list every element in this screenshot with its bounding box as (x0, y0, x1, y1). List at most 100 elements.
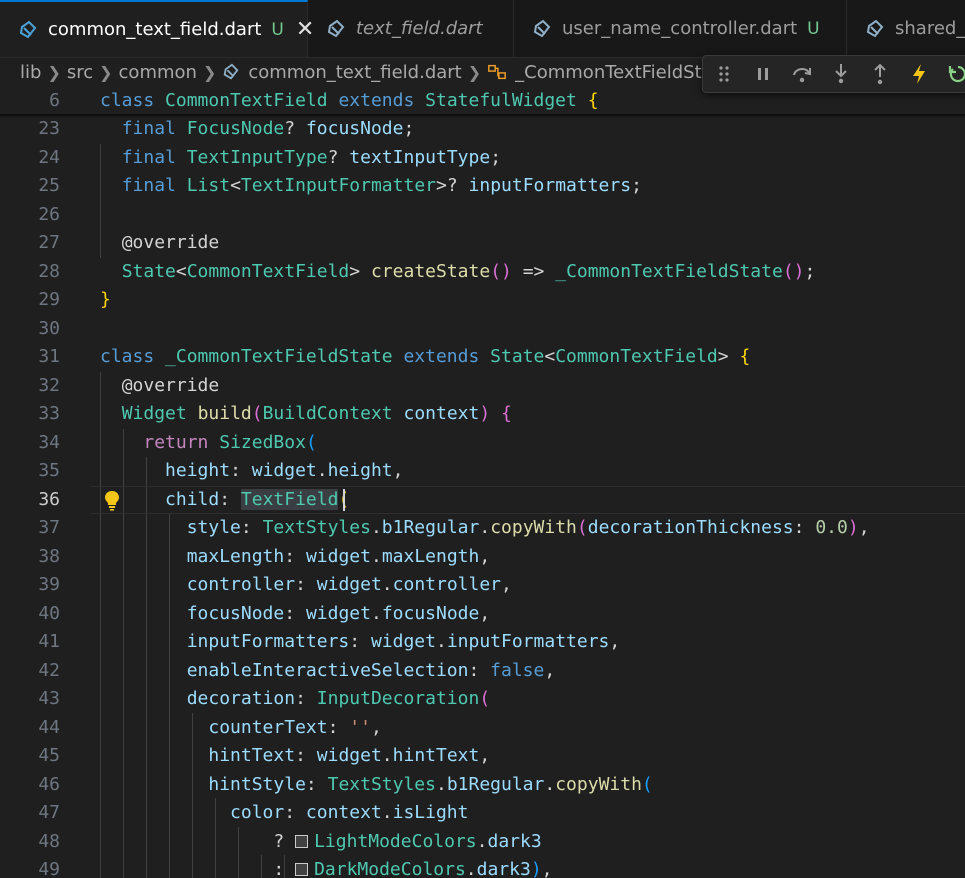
breadcrumb-item-file[interactable]: common_text_field.dart (248, 62, 461, 83)
line-number: 35 (38, 460, 60, 481)
dart-file-icon (327, 19, 345, 37)
chevron-right-icon: ❯ (47, 62, 61, 82)
breadcrumb-item-src[interactable]: src (67, 62, 93, 83)
code-text: @override (121, 375, 220, 396)
tab-text-field[interactable]: text_field.dart (308, 0, 514, 57)
code-text: final List<TextInputFormatter>? inputFor… (121, 175, 642, 196)
code-line[interactable]: 47 color: context.isLight (0, 799, 965, 827)
code-line[interactable]: 44 counterText: '', (0, 714, 965, 742)
code-text: hintText: widget.hintText, (208, 745, 491, 766)
tab-label: common_text_field.dart (48, 19, 262, 40)
code-line[interactable]: 34 return SizedBox( (0, 429, 965, 457)
current-code-line[interactable]: 36 child: TextField( (0, 486, 965, 514)
code-line[interactable]: 46 hintStyle: TextStyles.b1Regular.copyW… (0, 771, 965, 799)
code-text: final FocusNode? focusNode; (121, 118, 415, 139)
line-number: 25 (38, 175, 60, 196)
code-line[interactable]: 42 enableInteractiveSelection: false, (0, 657, 965, 685)
color-swatch[interactable] (295, 835, 309, 848)
code-line[interactable]: 26 (0, 201, 965, 229)
tab-shared-preferences[interactable]: shared_p (847, 0, 965, 57)
code-text: controller: widget.controller, (186, 574, 512, 595)
code-line[interactable]: 45 hintText: widget.hintText, (0, 742, 965, 770)
code-line[interactable]: 40 focusNode: widget.focusNode, (0, 600, 965, 628)
line-number: 27 (38, 232, 60, 253)
code-text: style: TextStyles.b1Regular.copyWith(dec… (186, 517, 870, 538)
tab-common-text-field[interactable]: common_text_field.dart U ✕ (0, 0, 314, 57)
code-line[interactable]: 35 height: widget.height, (0, 457, 965, 485)
code-text: decoration: InputDecoration( (186, 688, 491, 709)
code-line[interactable]: 37 style: TextStyles.b1Regular.copyWith(… (0, 514, 965, 542)
drag-handle-icon[interactable] (713, 63, 735, 85)
line-number: 49 (38, 859, 60, 878)
chevron-right-icon: ❯ (467, 62, 482, 82)
code-text: @override (121, 232, 220, 253)
code-editor[interactable]: 6 class CommonTextField extends Stateful… (0, 87, 965, 878)
code-line[interactable]: 48 ? LightModeColors.dark3 (0, 828, 965, 856)
restart-icon[interactable] (947, 63, 965, 85)
line-number: 43 (38, 688, 60, 709)
step-over-icon[interactable] (791, 63, 813, 85)
dart-file-icon (866, 19, 884, 37)
line-number: 33 (38, 403, 60, 424)
untracked-badge: U (807, 18, 820, 39)
code-text: State<CommonTextField> createState() => … (121, 261, 816, 282)
code-text: } (100, 289, 111, 310)
code-text: class _CommonTextFieldState extends Stat… (100, 346, 751, 367)
code-text: enableInteractiveSelection: false, (186, 660, 556, 681)
code-text: height: widget.height, (165, 460, 404, 481)
chevron-right-icon: ❯ (99, 62, 113, 82)
code-text: hintStyle: TextStyles.b1Regular.copyWith… (208, 774, 653, 795)
debug-toolbar (702, 55, 965, 93)
code-text: class CommonTextField extends StatefulWi… (100, 90, 599, 111)
code-line[interactable]: 29 } (0, 286, 965, 314)
code-text: : DarkModeColors.dark3), (100, 859, 553, 878)
breadcrumb-item-symbol[interactable]: _CommonTextFieldState (515, 62, 731, 83)
step-out-icon[interactable] (869, 63, 891, 85)
code-line[interactable]: 41 inputFormatters: widget.inputFormatte… (0, 628, 965, 656)
tab-label: text_field.dart (356, 18, 483, 39)
text-cursor (343, 489, 345, 511)
code-line[interactable]: 25 final List<TextInputFormatter>? input… (0, 172, 965, 200)
code-line[interactable]: 49 : DarkModeColors.dark3), (0, 856, 965, 878)
line-number: 40 (38, 603, 60, 624)
line-number: 30 (38, 318, 60, 339)
code-line[interactable]: 27 @override (0, 229, 965, 257)
line-number: 38 (38, 546, 60, 567)
code-line[interactable]: 39 controller: widget.controller, (0, 571, 965, 599)
code-text: child: TextField( (165, 489, 349, 510)
tab-user-name-controller[interactable]: user_name_controller.dart U (514, 0, 847, 57)
line-number: 28 (38, 261, 60, 282)
color-swatch[interactable] (295, 863, 309, 876)
code-line[interactable]: 33 Widget build(BuildContext context) { (0, 400, 965, 428)
editor-tab-bar: common_text_field.dart U ✕ text_field.da… (0, 0, 965, 58)
code-line[interactable]: 23 final FocusNode? focusNode; (0, 115, 965, 143)
tab-label: shared_p (895, 18, 965, 39)
code-line[interactable]: 43 decoration: InputDecoration( (0, 685, 965, 713)
line-number: 6 (49, 90, 60, 111)
code-line[interactable]: 38 maxLength: widget.maxLength, (0, 543, 965, 571)
step-into-icon[interactable] (830, 63, 852, 85)
line-number: 23 (38, 118, 60, 139)
breadcrumb-item-lib[interactable]: lib (20, 62, 41, 83)
line-number: 44 (38, 717, 60, 738)
code-line[interactable]: 30 (0, 315, 965, 343)
code-line[interactable]: 32 @override (0, 372, 965, 400)
line-number: 32 (38, 375, 60, 396)
code-text: final TextInputType? textInputType; (121, 147, 502, 168)
code-line[interactable]: 31 class _CommonTextFieldState extends S… (0, 343, 965, 371)
pause-icon[interactable] (752, 63, 774, 85)
line-number: 41 (38, 631, 60, 652)
code-line[interactable]: 24 final TextInputType? textInputType; (0, 144, 965, 172)
untracked-badge: U (271, 19, 284, 40)
line-number: 31 (38, 346, 60, 367)
line-number: 45 (38, 745, 60, 766)
line-number: 34 (38, 432, 60, 453)
code-text: maxLength: widget.maxLength, (186, 546, 491, 567)
breadcrumb-item-common[interactable]: common (119, 62, 197, 83)
code-text: inputFormatters: widget.inputFormatters, (186, 631, 621, 652)
code-text: return SizedBox( (143, 432, 317, 453)
chevron-right-icon: ❯ (202, 62, 217, 82)
hot-reload-icon[interactable] (908, 63, 930, 85)
code-text: ? LightModeColors.dark3 (100, 831, 542, 852)
code-line[interactable]: 28 State<CommonTextField> createState() … (0, 258, 965, 286)
